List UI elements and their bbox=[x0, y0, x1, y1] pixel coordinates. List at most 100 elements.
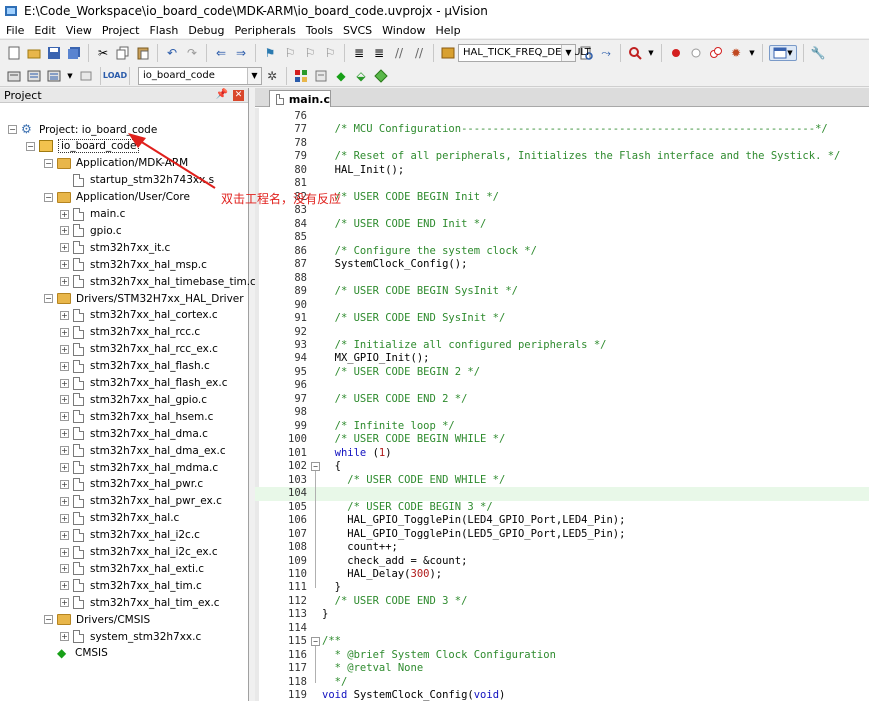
expand-icon[interactable]: + bbox=[60, 378, 69, 388]
comment-icon[interactable]: // bbox=[391, 45, 407, 61]
pin-icon[interactable]: 📌 bbox=[216, 89, 228, 100]
tree-item-file[interactable]: + stm32h7xx_hal_cortex.c bbox=[60, 307, 218, 324]
tree-item-file[interactable]: + stm32h7xx_hal_i2c.c bbox=[60, 527, 200, 544]
code-line[interactable]: 106 HAL_GPIO_TogglePin(LED4_GPIO_Port,LE… bbox=[255, 514, 869, 528]
tree-item-file[interactable]: + stm32h7xx_hal_pwr.c bbox=[60, 476, 203, 493]
tree-item-file[interactable]: + stm32h7xx_hal_hsem.c bbox=[60, 408, 213, 425]
code-line[interactable]: 111 } bbox=[255, 581, 869, 595]
configure-icon[interactable]: ✹ bbox=[728, 45, 744, 61]
menu-svcs[interactable]: SVCS bbox=[343, 24, 372, 37]
chevron-down-icon[interactable]: ▼ bbox=[561, 44, 575, 61]
menu-tools[interactable]: Tools bbox=[306, 24, 333, 37]
bookmark-prev-icon[interactable]: ⚐ bbox=[282, 45, 298, 61]
tree-item-folder[interactable]: − Drivers/CMSIS bbox=[44, 611, 150, 628]
rebuild-icon[interactable] bbox=[46, 68, 62, 84]
breakpoint-icon[interactable] bbox=[668, 45, 684, 61]
chevron-down-icon[interactable]: ▼ bbox=[748, 45, 756, 61]
open-folder-icon[interactable] bbox=[26, 45, 42, 61]
menu-window[interactable]: Window bbox=[382, 24, 425, 37]
tree-item-file[interactable]: + system_stm32h7xx.c bbox=[60, 628, 201, 645]
indent-icon[interactable]: ≣ bbox=[351, 45, 367, 61]
tree-item-folder[interactable]: − Application/MDK-ARM bbox=[44, 155, 188, 172]
code-line[interactable]: 101 while (1) bbox=[255, 447, 869, 461]
tree-item-file[interactable]: + stm32h7xx_hal_rcc.c bbox=[60, 324, 200, 341]
expand-icon[interactable]: + bbox=[60, 547, 69, 557]
code-line[interactable]: 103 /* USER CODE END WHILE */ bbox=[255, 474, 869, 488]
close-icon[interactable]: ✕ bbox=[233, 90, 244, 101]
collapse-icon[interactable]: − bbox=[44, 192, 53, 202]
tree-item-project[interactable]: − ⚙ Project: io_board_code bbox=[8, 121, 157, 138]
navigate-back-icon[interactable]: ⇐ bbox=[213, 45, 229, 61]
tree-item-file[interactable]: + stm32h7xx_hal_flash.c bbox=[60, 358, 210, 375]
expand-icon[interactable]: + bbox=[60, 412, 69, 422]
tree-item-file[interactable]: + stm32h7xx_hal_mdma.c bbox=[60, 459, 218, 476]
code-line[interactable]: 84 /* USER CODE END Init */ bbox=[255, 218, 869, 232]
tree-item-folder[interactable]: − Application/User/Core bbox=[44, 189, 190, 206]
manage-project-icon[interactable] bbox=[293, 68, 309, 84]
code-line[interactable]: 80 HAL_Init(); bbox=[255, 164, 869, 178]
expand-icon[interactable]: + bbox=[60, 513, 69, 523]
tree-item-file[interactable]: + stm32h7xx_hal_timebase_tim.c bbox=[60, 273, 256, 290]
paste-icon[interactable] bbox=[135, 45, 151, 61]
navigate-forward-icon[interactable]: ⇒ bbox=[233, 45, 249, 61]
menu-view[interactable]: View bbox=[66, 24, 92, 37]
expand-icon[interactable]: + bbox=[60, 429, 69, 439]
new-file-icon[interactable] bbox=[6, 45, 22, 61]
expand-icon[interactable]: + bbox=[60, 277, 69, 287]
file-extensions-icon[interactable] bbox=[313, 68, 329, 84]
code-line[interactable]: 112 /* USER CODE END 3 */ bbox=[255, 595, 869, 609]
code-line[interactable]: 89 /* USER CODE BEGIN SysInit */ bbox=[255, 285, 869, 299]
code-line[interactable]: 76 bbox=[255, 110, 869, 124]
code-line[interactable]: 95 /* USER CODE BEGIN 2 */ bbox=[255, 366, 869, 380]
expand-icon[interactable]: + bbox=[60, 361, 69, 371]
code-line[interactable]: 104 bbox=[255, 487, 869, 501]
code-line[interactable]: 107 HAL_GPIO_TogglePin(LED5_GPIO_Port,LE… bbox=[255, 528, 869, 542]
expand-icon[interactable]: + bbox=[60, 260, 69, 270]
code-line[interactable]: 98 bbox=[255, 406, 869, 420]
debug-start-icon[interactable] bbox=[627, 45, 643, 61]
code-line[interactable]: 105 /* USER CODE BEGIN 3 */ bbox=[255, 501, 869, 515]
expand-icon[interactable]: + bbox=[60, 581, 69, 591]
expand-icon[interactable]: + bbox=[60, 564, 69, 574]
menu-help[interactable]: Help bbox=[436, 24, 461, 37]
chevron-down-icon[interactable]: ▼ bbox=[647, 45, 655, 61]
expand-icon[interactable]: + bbox=[60, 530, 69, 540]
code-line[interactable]: 114 bbox=[255, 622, 869, 636]
code-line[interactable]: 92 bbox=[255, 326, 869, 340]
tree-item-file[interactable]: + stm32h7xx_hal_pwr_ex.c bbox=[60, 493, 222, 510]
code-line[interactable]: 87 SystemClock_Config(); bbox=[255, 258, 869, 272]
code-line[interactable]: 118 */ bbox=[255, 676, 869, 690]
unindent-icon[interactable]: ≣ bbox=[371, 45, 387, 61]
tree-item-file[interactable]: + gpio.c bbox=[60, 222, 122, 239]
stop-build-icon[interactable] bbox=[78, 68, 94, 84]
pack-installer-icon[interactable]: ⬙ bbox=[353, 68, 369, 84]
tree-item-file[interactable]: + stm32h7xx_it.c bbox=[60, 239, 170, 256]
expand-icon[interactable]: + bbox=[60, 446, 69, 456]
target-options-icon[interactable]: ✲ bbox=[264, 68, 280, 84]
code-line[interactable]: 86 /* Configure the system clock */ bbox=[255, 245, 869, 259]
fold-toggle-icon[interactable]: − bbox=[311, 462, 320, 472]
code-line[interactable]: 82 /* USER CODE BEGIN Init */ bbox=[255, 191, 869, 205]
code-line[interactable]: 119 void SystemClock_Config(void) bbox=[255, 689, 869, 701]
code-line[interactable]: 109 check_add = &count; bbox=[255, 555, 869, 569]
code-line[interactable]: 77 /* MCU Configuration-----------------… bbox=[255, 123, 869, 137]
code-line[interactable]: 88 bbox=[255, 272, 869, 286]
expand-icon[interactable]: + bbox=[60, 327, 69, 337]
tree-item-file[interactable]: + stm32h7xx_hal_tim.c bbox=[60, 577, 202, 594]
tree-item-folder[interactable]: − Drivers/STM32H7xx_HAL_Driver bbox=[44, 290, 244, 307]
expand-icon[interactable]: + bbox=[60, 463, 69, 472]
disable-breakpoint-icon[interactable] bbox=[688, 45, 704, 61]
collapse-icon[interactable]: − bbox=[44, 615, 53, 625]
expand-icon[interactable]: + bbox=[60, 226, 69, 236]
chevron-down-icon[interactable]: ▼ bbox=[247, 67, 261, 84]
expand-icon[interactable]: + bbox=[60, 344, 69, 354]
target-combo[interactable]: io_board_code ▼ bbox=[138, 66, 262, 85]
code-line[interactable]: 102− { bbox=[255, 460, 869, 474]
tree-item-target[interactable]: − io_board_code bbox=[26, 138, 140, 155]
wrench-icon[interactable]: 🔧 bbox=[810, 45, 826, 61]
code-editor[interactable]: 76 77 /* MCU Configuration---------------… bbox=[255, 108, 869, 701]
expand-icon[interactable]: + bbox=[60, 395, 69, 405]
expand-icon[interactable]: + bbox=[60, 243, 69, 253]
menu-project[interactable]: Project bbox=[102, 24, 140, 37]
code-line[interactable]: 97 /* USER CODE END 2 */ bbox=[255, 393, 869, 407]
